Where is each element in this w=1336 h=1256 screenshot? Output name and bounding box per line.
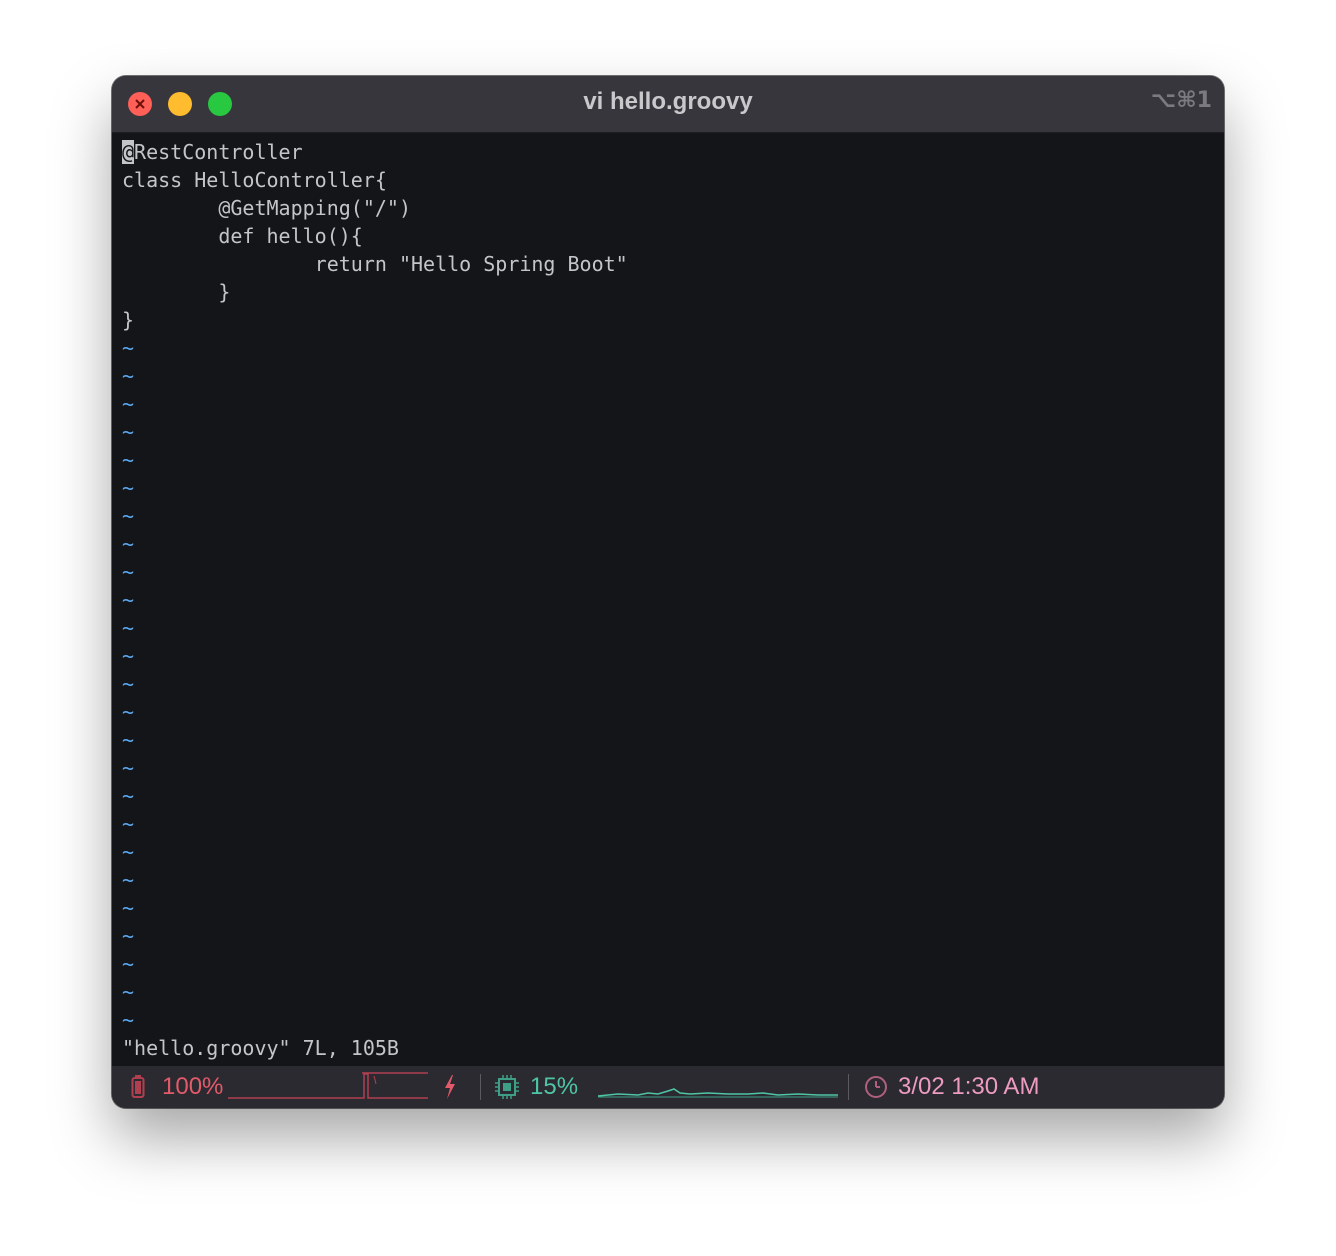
empty-line-marker: ~ <box>122 560 135 584</box>
window-shortcut: ⌥⌘1 <box>1150 88 1212 113</box>
cpu-percent: 15% <box>530 1073 579 1100</box>
code-line: } <box>122 308 135 332</box>
empty-line-marker: ~ <box>122 392 135 416</box>
battery-history-sparkline <box>228 1072 428 1099</box>
empty-line-marker: ~ <box>122 700 135 724</box>
empty-line-marker: ~ <box>122 476 135 500</box>
vim-editor[interactable]: @RestController class HelloController{ @… <box>122 138 1212 1066</box>
empty-line-marker: ~ <box>122 868 135 892</box>
empty-line-marker: ~ <box>122 924 135 948</box>
empty-line-marker: ~ <box>122 1008 135 1032</box>
empty-line-marker: ~ <box>122 420 135 444</box>
empty-line-marker: ~ <box>122 756 135 780</box>
empty-line-marker: ~ <box>122 616 135 640</box>
battery-icon <box>131 1075 145 1098</box>
clock-time: 3/02 1:30 AM <box>898 1073 1040 1100</box>
vim-message: "hello.groovy" 7L, 105B <box>122 1036 399 1060</box>
code-text: RestController <box>134 140 303 164</box>
empty-line-marker: ~ <box>122 672 135 696</box>
empty-line-marker: ~ <box>122 728 135 752</box>
cpu-history-sparkline <box>598 1088 838 1098</box>
separator <box>480 1074 481 1100</box>
status-bar: 100% 15% 3/02 1:30 AM <box>112 1066 1224 1108</box>
empty-line-marker: ~ <box>122 448 135 472</box>
lightning-bolt-icon <box>445 1075 455 1099</box>
title-bar[interactable]: vi hello.groovy ⌥⌘1 <box>112 76 1224 133</box>
empty-line-marker: ~ <box>122 364 135 388</box>
code-line: def hello(){ <box>122 224 363 248</box>
cpu-chip-icon <box>495 1075 519 1099</box>
empty-line-marker: ~ <box>122 504 135 528</box>
empty-line-marker: ~ <box>122 896 135 920</box>
empty-line-marker: ~ <box>122 812 135 836</box>
empty-line-marker: ~ <box>122 336 135 360</box>
code-line: @GetMapping("/") <box>122 196 411 220</box>
code-line: class HelloController{ <box>122 168 387 192</box>
battery-percent: 100% <box>162 1073 224 1100</box>
window-title: vi hello.groovy <box>583 88 753 115</box>
text-cursor: @ <box>122 140 135 164</box>
empty-line-marker: ~ <box>122 980 135 1004</box>
separator <box>848 1074 849 1100</box>
code-line: return "Hello Spring Boot" <box>122 252 628 276</box>
empty-line-marker: ~ <box>122 952 135 976</box>
empty-line-marker: ~ <box>122 532 135 556</box>
code-line: } <box>122 280 231 304</box>
empty-line-marker: ~ <box>122 644 135 668</box>
code-line: @RestController <box>122 138 303 166</box>
empty-line-marker: ~ <box>122 784 135 808</box>
clock-icon <box>865 1076 887 1098</box>
empty-line-marker: ~ <box>122 840 135 864</box>
empty-line-marker: ~ <box>122 588 135 612</box>
terminal-window: vi hello.groovy ⌥⌘1 @RestController clas… <box>112 76 1224 1108</box>
